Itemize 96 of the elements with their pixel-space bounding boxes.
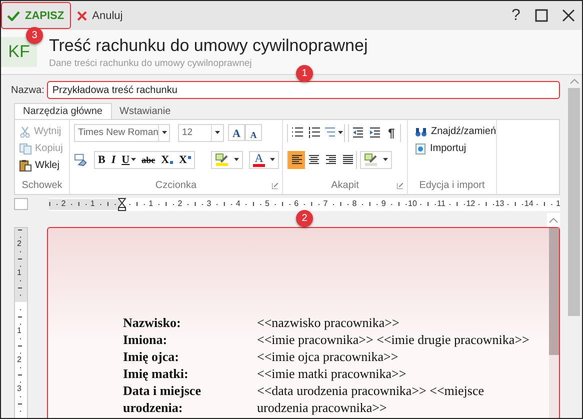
app-logo: KF — [1, 37, 37, 67]
ribbon-tab[interactable]: Narzędzia główne — [14, 103, 112, 119]
ruler-number: 9 — [381, 198, 386, 208]
ruler-number: 6 — [294, 198, 299, 208]
placeholder-text: <<data urodzenia pracownika>> <<miejsce urodzenia pracownika>> — [257, 382, 485, 416]
numbered-list-icon — [308, 127, 320, 138]
align-justify-icon — [342, 154, 354, 165]
clipboard-icon — [19, 159, 32, 172]
placeholder-text: <<imie matki pracownika>> — [257, 365, 408, 382]
scissors-icon — [19, 126, 31, 138]
dialog-launcher-icon[interactable] — [397, 183, 403, 189]
close-icon — [562, 9, 575, 22]
cancel-button[interactable]: Anuluj — [75, 8, 125, 24]
ruler-number: 3 — [206, 198, 212, 208]
ruler-number: 1 — [17, 269, 22, 277]
placeholder-text: <<nazwisko pracownika>> — [257, 314, 400, 331]
indent-icon — [368, 127, 380, 138]
copy-icon — [19, 142, 32, 154]
form-subtitle: Dane treści rachunku do umowy cywilnoprawnej — [49, 58, 253, 69]
ribbon-tab[interactable]: Wstawianie — [112, 103, 179, 119]
close-x-icon — [77, 10, 88, 20]
form-title: Treść rachunku do umowy cywilnoprawnej — [49, 35, 368, 56]
align-right-icon — [324, 154, 336, 165]
caret-icon — [383, 158, 388, 161]
field-label: Imiona: — [123, 331, 168, 348]
chevron-up-icon — [549, 218, 558, 222]
ruler-number: 2 — [61, 198, 66, 208]
ruler-number: 10 — [408, 198, 417, 208]
indent-marker-icon[interactable] — [118, 198, 126, 210]
highlight-button[interactable] — [211, 150, 243, 168]
ruler-number: 2 — [17, 356, 22, 364]
group-label: Schowek — [22, 180, 62, 191]
ruler-number: 13 — [495, 198, 504, 208]
ruler-number: 12 — [466, 198, 476, 208]
scrollbar-thumb[interactable] — [568, 88, 580, 316]
ruler-number: 4 — [236, 198, 240, 208]
outdent-icon — [352, 127, 364, 138]
align-left-icon — [290, 154, 302, 165]
group-label: Edycja i import — [419, 180, 485, 191]
group-label: Czcionka — [155, 180, 197, 191]
ruler-number: 7 — [323, 198, 328, 208]
document-page[interactable] — [47, 227, 560, 418]
multilevel-list-icon — [324, 127, 336, 138]
find-button[interactable]: Znajdź/zamień — [415, 123, 496, 140]
group-label: Akapit — [331, 180, 359, 191]
maximize-button[interactable] — [535, 9, 548, 22]
field-label: Imię ojca: — [123, 348, 180, 365]
caret-icon — [234, 158, 239, 161]
binoculars-icon — [415, 126, 427, 136]
placeholder-text: <<imie ojca pracownika>> — [257, 348, 400, 365]
ruler-number: 3 — [17, 385, 22, 393]
maximize-icon — [535, 9, 548, 22]
ruler-number: 1 — [556, 198, 560, 208]
show-formatting-button[interactable]: ¶ — [383, 124, 400, 142]
field-label: Nazwisko: — [123, 314, 182, 331]
grow-font-button[interactable]: A — [228, 124, 245, 141]
name-field[interactable]: Przykładowa treść rachunku — [47, 81, 560, 99]
shrink-font-button[interactable]: A — [245, 124, 262, 141]
close-button[interactable] — [562, 9, 575, 22]
paste-button[interactable]: Wklej — [19, 157, 60, 174]
scroll-up-button[interactable] — [547, 213, 560, 227]
eraser-icon — [74, 152, 88, 166]
field-label: Data i miejsce urodzenia: — [123, 382, 202, 416]
bullet-list-icon — [290, 127, 302, 138]
font-size-dropdown[interactable]: 12 — [178, 124, 224, 142]
name-label: Nazwa: — [11, 84, 44, 96]
caret-icon — [162, 131, 167, 134]
highlighter-icon — [215, 153, 229, 166]
callout-badge: 2 — [296, 210, 313, 227]
ruler-number: 11 — [437, 198, 446, 208]
caret-icon — [270, 158, 275, 161]
ruler-number: 14 — [524, 198, 534, 208]
align-button[interactable] — [288, 150, 305, 168]
scrollbar-thumb[interactable] — [549, 228, 559, 355]
placeholder-text: <<imie pracownika>> <<imie drugie pracownika>> — [257, 331, 530, 348]
ruler-number: 2 — [17, 240, 22, 248]
ruler-number: 1 — [148, 198, 154, 208]
font-color-button[interactable]: A — [249, 150, 279, 168]
checkmark-icon — [7, 10, 20, 20]
help-button[interactable]: ? — [504, 6, 528, 26]
caret-icon — [215, 131, 220, 134]
document-icon — [415, 142, 426, 154]
shading-button[interactable] — [360, 150, 392, 168]
caret-icon — [130, 158, 136, 161]
font-family-dropdown[interactable]: Times New Roman — [74, 124, 170, 142]
shading-icon — [364, 153, 378, 166]
ruler-number: 1 — [90, 198, 95, 208]
field-label: Imię matki: — [123, 365, 190, 382]
ruler-number: 8 — [352, 198, 357, 208]
caret-icon — [338, 131, 342, 134]
ruler-number: 2 — [178, 198, 182, 208]
ruler-number: 5 — [265, 198, 270, 208]
import-button[interactable]: Importuj — [415, 140, 466, 157]
ruler-number: 1 — [17, 327, 22, 335]
dialog-launcher-icon[interactable] — [272, 183, 278, 189]
align-center-icon — [308, 154, 320, 165]
